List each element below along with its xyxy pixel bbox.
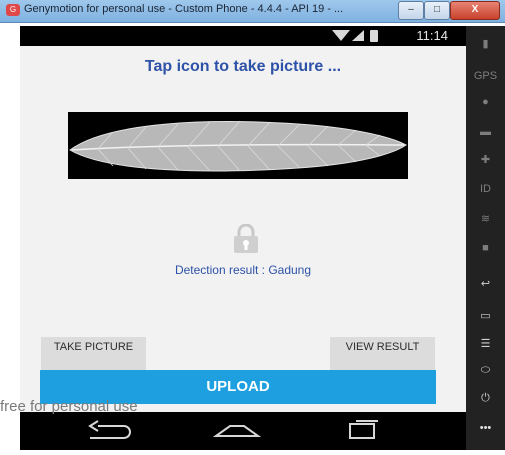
side-home-icon[interactable]: ⬭	[466, 360, 505, 380]
android-nav-bar	[20, 412, 466, 450]
recent-apps-icon[interactable]	[349, 420, 378, 439]
watermark: free for personal use	[0, 398, 138, 415]
network-widget-icon[interactable]: ≋	[466, 209, 505, 229]
leaf-image	[68, 112, 408, 179]
side-menu-icon[interactable]: ☰	[466, 334, 505, 354]
close-button[interactable]: X	[450, 1, 500, 20]
app-content: Tap icon to take picture ... Detection r…	[20, 46, 466, 412]
home-icon[interactable]	[212, 425, 262, 437]
device-screen: 11:14 Tap icon to take picture ... Detec…	[20, 26, 466, 450]
window-title: Genymotion for personal use - Custom Pho…	[24, 3, 344, 15]
side-recent-icon[interactable]: ▭	[466, 306, 505, 326]
wifi-icon	[332, 30, 350, 41]
back-icon[interactable]	[88, 420, 131, 439]
gps-widget-icon[interactable]: GPS	[466, 66, 505, 86]
side-back-icon[interactable]: ↩	[466, 274, 505, 294]
signal-icon	[352, 30, 364, 41]
status-clock: 11:14	[416, 28, 448, 43]
battery-widget-icon[interactable]: ▮	[466, 34, 505, 54]
detection-result: Detection result : Gadung	[174, 263, 312, 277]
genymotion-side-panel: ▮ GPS ● ▬ ✚ ID ≋ ■ ↩ ▭ ☰ ⬭ ⏻ •••	[466, 26, 505, 450]
status-bar: 11:14	[20, 26, 466, 46]
minimize-button[interactable]: –	[398, 1, 424, 20]
battery-icon	[370, 30, 378, 42]
media-widget-icon[interactable]: ▬	[466, 122, 505, 142]
power-icon[interactable]: ⏻	[466, 388, 505, 408]
genymotion-app-icon: G	[6, 4, 20, 16]
dpad-widget-icon[interactable]: ✚	[466, 150, 505, 170]
window-titlebar: G Genymotion for personal use - Custom P…	[0, 0, 505, 23]
view-result-button[interactable]: VIEW RESULT	[330, 337, 435, 371]
nav-buttons	[88, 420, 378, 439]
more-icon[interactable]: •••	[466, 418, 505, 438]
status-icons	[332, 30, 392, 42]
sms-widget-icon[interactable]: ■	[466, 238, 505, 258]
camera-lock-icon[interactable]	[230, 223, 262, 254]
maximize-button[interactable]: □	[424, 1, 450, 20]
take-picture-button[interactable]: TAKE PICTURE	[41, 337, 146, 371]
camera-widget-icon[interactable]: ●	[466, 92, 505, 112]
page-title: Tap icon to take picture ...	[144, 58, 342, 75]
device-id-widget-icon[interactable]: ID	[466, 179, 505, 199]
